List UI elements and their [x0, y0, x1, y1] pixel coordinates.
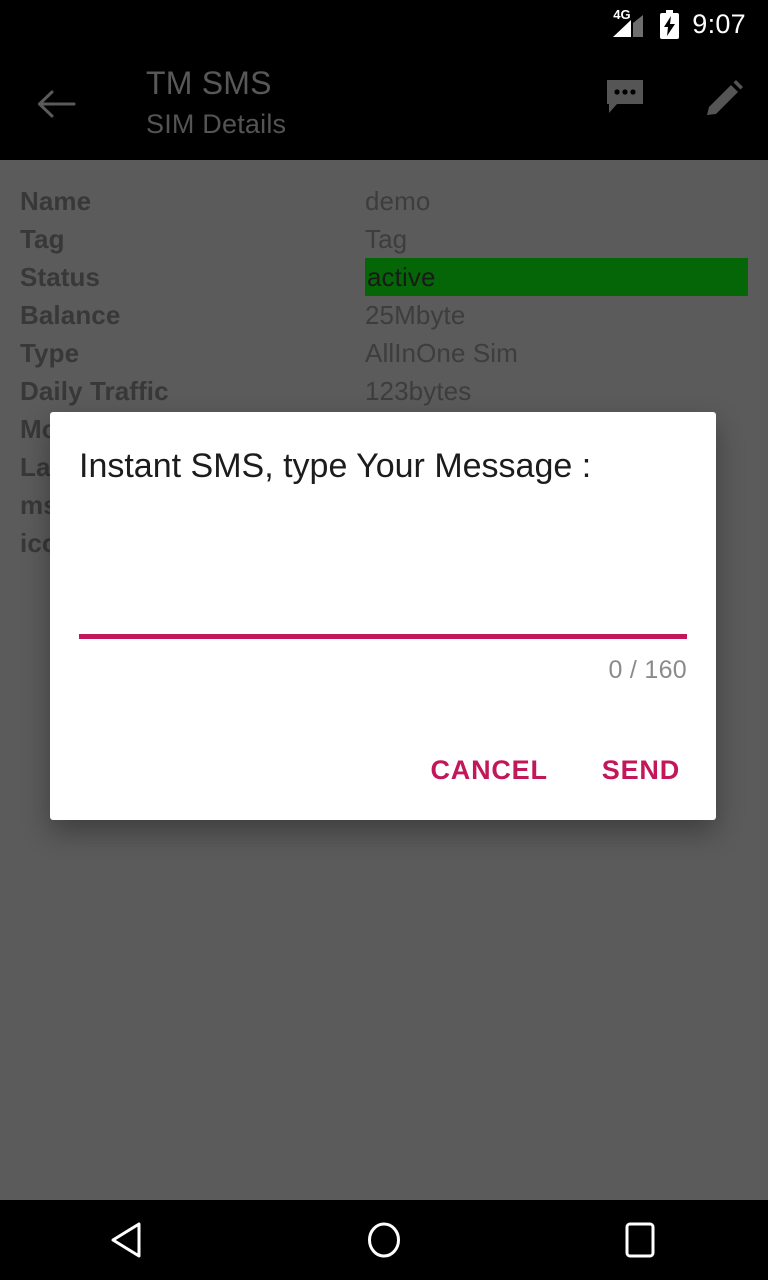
detail-row-label: Daily Traffic	[20, 375, 169, 406]
detail-row-label: Balance	[20, 299, 121, 330]
detail-row: Balance 25Mbyte	[0, 296, 768, 334]
page-title: TM SMS	[146, 65, 272, 101]
page-subtitle: SIM Details	[146, 109, 287, 139]
detail-row-value: AllInOne Sim	[365, 337, 518, 368]
detail-row: Status active	[0, 258, 768, 296]
detail-row: Daily Traffic 123bytes	[0, 372, 768, 410]
detail-row-value: 123bytes	[365, 375, 472, 406]
detail-row-label: Status	[20, 261, 101, 292]
signal-bars-icon: 4G	[613, 8, 647, 39]
phone-screen: 4G 9:07 TM SMS SIM Details Name demo Tag…	[0, 0, 768, 1280]
system-navigation-bar	[0, 1200, 768, 1280]
status-badge: active	[365, 258, 748, 296]
detail-row-label: Name	[20, 185, 92, 216]
detail-row-label: Tag	[20, 223, 65, 254]
detail-row-label: Type	[20, 337, 80, 368]
dialog-actions: CANCEL SEND	[412, 743, 698, 798]
message-input[interactable]	[79, 602, 687, 646]
detail-row: Name demo	[0, 182, 768, 220]
charging-bolt	[664, 15, 676, 36]
toolbar-actions	[602, 74, 748, 120]
edit-icon[interactable]	[702, 74, 748, 120]
detail-row-value: 25Mbyte	[365, 299, 466, 330]
character-counter: 0 / 160	[608, 656, 687, 684]
title-block: TM SMS SIM Details	[146, 62, 286, 144]
detail-row: Type AllInOne Sim	[0, 334, 768, 372]
battery-charging-icon	[660, 9, 680, 39]
status-bar: 4G 9:07	[0, 0, 768, 48]
nav-home-circle-icon[interactable]	[256, 1200, 512, 1280]
detail-row: Tag Tag	[0, 220, 768, 258]
nav-recents-square-icon[interactable]	[512, 1200, 768, 1280]
dialog-title: Instant SMS, type Your Message :	[79, 447, 592, 485]
detail-row-label: La	[20, 451, 51, 482]
message-input-underline	[79, 634, 687, 639]
detail-row-value: demo	[365, 185, 431, 216]
back-arrow-icon[interactable]	[30, 78, 82, 130]
instant-sms-dialog: Instant SMS, type Your Message : 0 / 160…	[50, 412, 716, 820]
status-bar-clock: 9:07	[692, 8, 746, 39]
app-toolbar: TM SMS SIM Details	[0, 48, 768, 160]
cancel-button[interactable]: CANCEL	[412, 743, 565, 798]
messages-icon[interactable]	[602, 74, 648, 120]
status-bar-icons: 4G 9:07	[613, 8, 746, 40]
detail-row-value: Tag	[365, 223, 408, 254]
nav-back-triangle-icon[interactable]	[0, 1200, 256, 1280]
send-button[interactable]: SEND	[584, 743, 698, 798]
signal-triangle	[613, 15, 644, 37]
